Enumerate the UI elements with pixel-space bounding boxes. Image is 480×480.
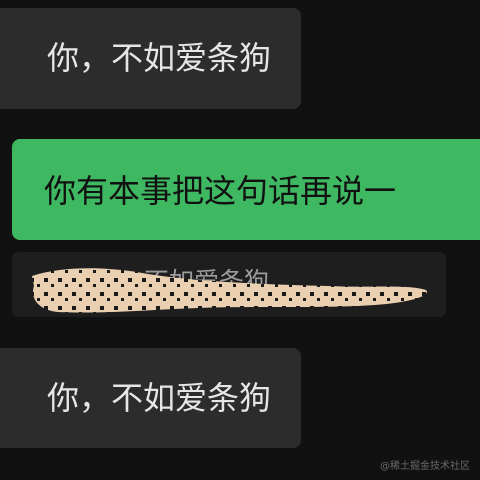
quoted-reply-text: …爱你，不如爱条狗 [44, 267, 270, 296]
outgoing-message-text: 你有本事把这句话再说一 [44, 172, 397, 210]
incoming-message-text: 你，不如爱条狗 [46, 39, 271, 77]
quoted-reply-bubble[interactable]: …爱你，不如爱条狗 [12, 252, 446, 317]
incoming-message-bubble[interactable]: 你，不如爱条狗 [0, 8, 301, 109]
watermark-text: @稀土掘金技术社区 [380, 461, 470, 472]
outgoing-message-bubble[interactable]: 你有本事把这句话再说一 [12, 139, 480, 240]
incoming-message-bubble[interactable]: 你，不如爱条狗 [0, 348, 301, 448]
incoming-message-text: 你，不如爱条狗 [46, 379, 271, 417]
